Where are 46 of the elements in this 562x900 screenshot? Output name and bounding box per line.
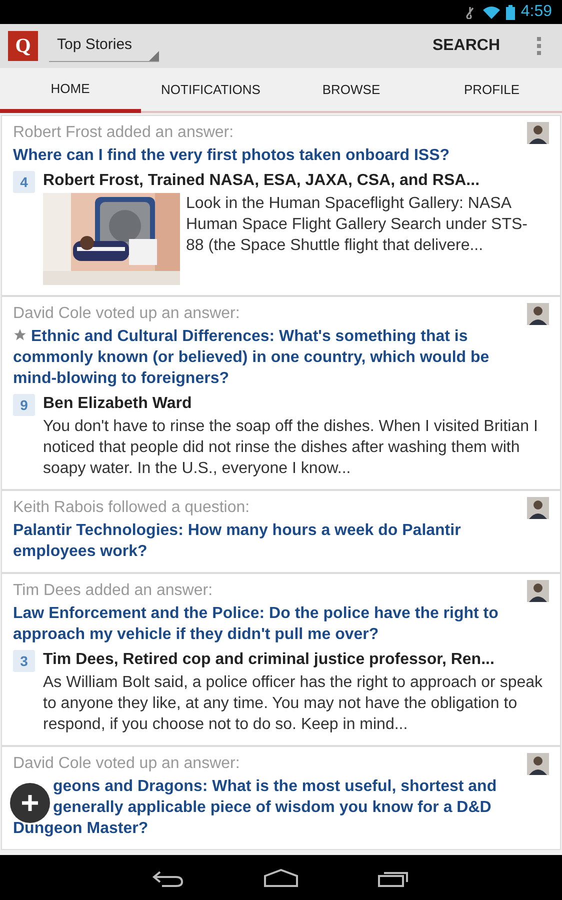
nav-tab[interactable]: PROFILE [422, 68, 562, 111]
feed-dropdown[interactable]: Top Stories [49, 30, 159, 62]
story-card[interactable] [1, 573, 561, 746]
avatar-icon [527, 303, 549, 325]
battery-icon [506, 4, 515, 20]
home-icon[interactable] [264, 868, 298, 886]
wifi-icon [482, 6, 500, 18]
question-title[interactable]: Law Enforcement and the Police: Do the police have the right to approach my vehicle if they didn't pull me over? [13, 603, 549, 645]
answer-text: You don't have to rinse the soap off the dishes. When I visited Britian I noticed that people did not rinse the dishes after washing them with soapy water. In the U.S., everyone I know... [43, 417, 539, 479]
avatar-icon [527, 580, 549, 602]
back-icon[interactable] [152, 868, 184, 886]
vote-count: 3 [13, 650, 35, 672]
story-card[interactable]: Keith Rabois followed a question: Palantir Technologies: How many hours a week do Palantir employees work? [1, 490, 561, 573]
story-card[interactable] [1, 296, 561, 490]
question-title[interactable]: Ethnic and Cultural Differences: What's something that is commonly known (or believed) in one country, which would be mind-blowing to foreigners? [13, 326, 549, 389]
question-title[interactable]: Palantir Technologies: How many hours a week do Palantir employees work? [13, 520, 549, 562]
answer-text: As William Bolt said, a police officer has the right to approach or speak to anyone they like, at any time. You may not have the obligation to respond, if you choose not to do so. Keep in mind... [43, 673, 544, 735]
add-button[interactable] [10, 783, 50, 823]
question-title[interactable]: Where can I find the very first photos taken onboard ISS? [13, 145, 549, 166]
answer-text: Look in the Human Spaceflight Gallery: NASA Human Space Flight Gallery Search under STS-88 (the Space Shuttle flight that delivere... [186, 194, 528, 256]
avatar-icon [527, 753, 549, 775]
avatar-icon [527, 497, 549, 519]
activity-text: David Cole voted up an answer: [13, 754, 240, 774]
avatar-icon [527, 122, 549, 144]
story-card[interactable] [1, 115, 561, 296]
vote-count: 4 [13, 171, 35, 193]
question-title-line[interactable]: Dungeon Master? [13, 818, 148, 839]
plus-icon [21, 794, 39, 812]
nav-tab[interactable]: BROWSE [281, 68, 422, 111]
nav-tab[interactable]: NOTIFICATIONS [140, 68, 281, 111]
activity-text: Tim Dees added an answer: [13, 581, 213, 601]
answer-author[interactable]: Tim Dees, Retired cop and criminal justice professor, Ren... [43, 649, 549, 671]
overflow-menu-icon[interactable] [536, 36, 542, 56]
question-title-line[interactable]: generally applicable piece of wisdom you know for a D&D [53, 797, 492, 818]
activity-text: Robert Frost added an answer: [13, 123, 234, 143]
answer-author[interactable]: Ben Elizabeth Ward [43, 393, 549, 415]
activity-text: David Cole voted up an answer: [13, 304, 240, 324]
app-logo[interactable]: Q [8, 31, 38, 61]
question-title-line[interactable]: geons and Dragons: What is the most useful, shortest and [53, 776, 497, 797]
clock: 4:59 [520, 4, 552, 20]
answer-author[interactable]: Robert Frost, Trained NASA, ESA, JAXA, CSA, and RSA... [43, 170, 549, 192]
dropdown-corner-icon [149, 51, 159, 61]
search-button[interactable]: SEARCH [432, 34, 500, 58]
activity-text: Keith Rabois followed a question: [13, 498, 250, 518]
story-card[interactable]: David Cole voted up an answer: geons and Dragons: What is the most useful, shortest and generally applicable piece of wisdom you know for a D&D Dungeon Master? [1, 746, 561, 850]
vote-count: 9 [13, 394, 35, 416]
